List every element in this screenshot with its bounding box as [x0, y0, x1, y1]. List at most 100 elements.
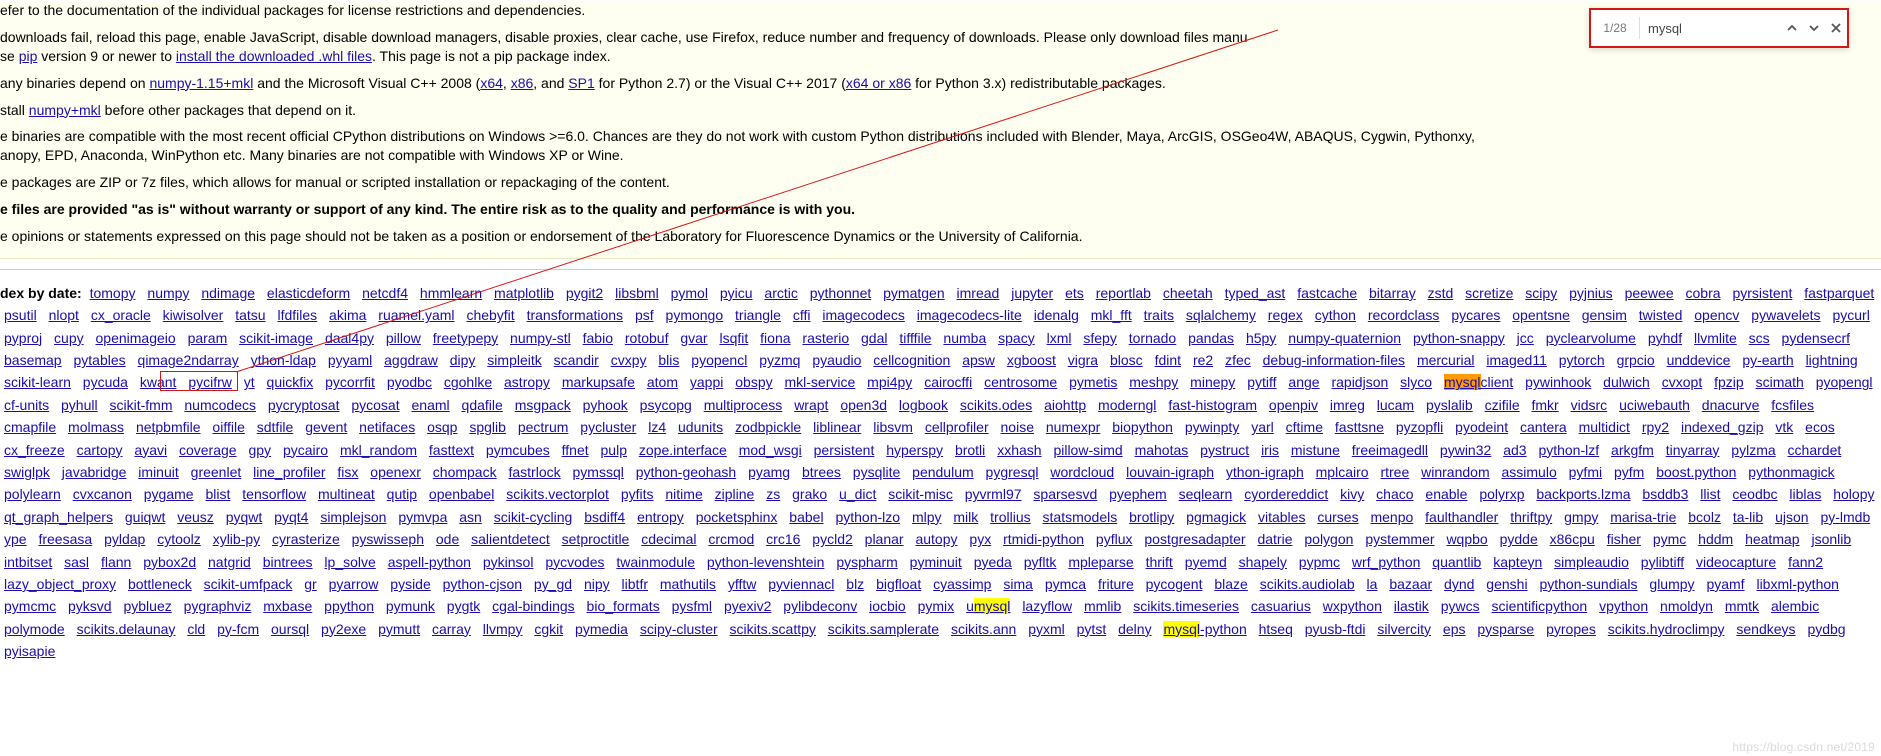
package-link[interactable]: veusz — [177, 509, 214, 525]
package-link[interactable]: pyzmq — [759, 352, 800, 368]
package-link[interactable]: hyperspy — [886, 442, 943, 458]
package-link[interactable]: ython-ldap — [251, 352, 316, 368]
package-link[interactable]: elasticdeform — [267, 285, 350, 301]
package-link[interactable]: pypmc — [1299, 554, 1340, 570]
package-link[interactable]: vtk — [1775, 419, 1793, 435]
package-link[interactable]: gevent — [305, 419, 347, 435]
package-link[interactable]: netpbmfile — [136, 419, 201, 435]
package-link[interactable]: pytst — [1077, 621, 1107, 637]
package-link[interactable]: jcc — [1517, 330, 1534, 346]
package-link[interactable]: tensorflow — [242, 486, 306, 502]
package-link[interactable]: genshi — [1486, 576, 1527, 592]
package-link[interactable]: pyspharm — [836, 554, 897, 570]
package-link[interactable]: planar — [865, 531, 904, 547]
package-link[interactable]: meshpy — [1129, 374, 1178, 390]
package-link[interactable]: intbitset — [4, 554, 52, 570]
package-link[interactable]: yfftw — [728, 576, 757, 592]
package-link[interactable]: qt_graph_helpers — [4, 509, 113, 525]
package-link[interactable]: pyyaml — [328, 352, 372, 368]
package-link[interactable]: fasttext — [429, 442, 474, 458]
package-link[interactable]: ffnet — [562, 442, 589, 458]
package-link[interactable]: python-geohash — [636, 464, 736, 480]
package-link[interactable]: pectrum — [518, 419, 569, 435]
package-link[interactable]: netifaces — [359, 419, 415, 435]
package-link[interactable]: crc16 — [766, 531, 800, 547]
package-link[interactable]: lucam — [1377, 397, 1414, 413]
package-link[interactable]: nlopt — [49, 307, 79, 323]
package-link[interactable]: mkl-service — [785, 374, 856, 390]
package-link[interactable]: scikit-umfpack — [204, 576, 293, 592]
package-link[interactable]: sqlalchemy — [1186, 307, 1256, 323]
package-link[interactable]: logbook — [899, 397, 948, 413]
package-link[interactable]: coverage — [179, 442, 237, 458]
package-link[interactable]: carray — [432, 621, 471, 637]
package-link[interactable]: shapely — [1239, 554, 1287, 570]
package-link[interactable]: cobra — [1686, 285, 1721, 301]
package-link[interactable]: mkl_fft — [1091, 307, 1132, 323]
package-link[interactable]: scikits.delaunay — [77, 621, 176, 637]
package-link[interactable]: scikit-image — [239, 330, 313, 346]
package-link[interactable]: assimulo — [1502, 464, 1557, 480]
package-link[interactable]: kapteyn — [1493, 554, 1542, 570]
package-link[interactable]: gr — [304, 576, 316, 592]
package-link[interactable]: ayavi — [134, 442, 167, 458]
package-link[interactable]: holopy — [1833, 486, 1874, 502]
package-link[interactable]: pystemmer — [1365, 531, 1434, 547]
package-link[interactable]: silvercity — [1377, 621, 1431, 637]
package-link[interactable]: libxml-python — [1756, 576, 1838, 592]
package-link[interactable]: multidict — [1579, 419, 1630, 435]
package-link[interactable]: lp_solve — [324, 554, 375, 570]
package-link[interactable]: bsdiff4 — [584, 509, 625, 525]
package-link[interactable]: cgkit — [534, 621, 563, 637]
package-link[interactable]: simpleaudio — [1554, 554, 1629, 570]
package-link[interactable]: cchardet — [1788, 442, 1842, 458]
vc2008-x64-link[interactable]: x64 — [480, 75, 503, 91]
package-link[interactable]: opentsne — [1512, 307, 1570, 323]
package-link[interactable]: pyclearvolume — [1546, 330, 1636, 346]
package-link[interactable]: bottleneck — [128, 576, 192, 592]
package-link[interactable]: pillow — [386, 330, 421, 346]
package-link[interactable]: pyephem — [1109, 486, 1167, 502]
package-link[interactable]: ype — [4, 531, 27, 547]
package-link[interactable]: pymatgen — [883, 285, 944, 301]
package-link[interactable]: mistune — [1291, 442, 1340, 458]
package-link[interactable]: imread — [957, 285, 1000, 301]
package-link[interactable]: pywin32 — [1440, 442, 1491, 458]
package-link[interactable]: mlpy — [912, 509, 942, 525]
package-link[interactable]: vidsrc — [1571, 397, 1608, 413]
package-link[interactable]: pycld2 — [812, 531, 852, 547]
package-link[interactable]: imreg — [1330, 397, 1365, 413]
package-link[interactable]: pyropes — [1546, 621, 1596, 637]
package-link[interactable]: freetypepy — [433, 330, 498, 346]
package-link[interactable]: curses — [1317, 509, 1358, 525]
package-link[interactable]: pytables — [73, 352, 125, 368]
package-link[interactable]: pysfml — [672, 598, 712, 614]
package-link[interactable]: zipline — [715, 486, 755, 502]
package-link[interactable]: scikits.audiolab — [1260, 576, 1355, 592]
package-link[interactable]: wqpbo — [1446, 531, 1487, 547]
package-link[interactable]: imagecodecs-lite — [917, 307, 1022, 323]
package-link[interactable]: xylib-py — [213, 531, 260, 547]
package-link[interactable]: htseq — [1259, 621, 1293, 637]
package-link[interactable]: pylzma — [1731, 442, 1775, 458]
package-link[interactable]: fisx — [337, 464, 358, 480]
package-link[interactable]: pyhdf — [1648, 330, 1682, 346]
package-link[interactable]: scikit-learn — [4, 374, 71, 390]
package-link[interactable]: libsvm — [873, 419, 913, 435]
package-link[interactable]: fiona — [760, 330, 790, 346]
package-link[interactable]: python-lzf — [1538, 442, 1599, 458]
package-link[interactable]: pyswisseph — [352, 531, 424, 547]
package-link[interactable]: pyarrow — [329, 576, 379, 592]
find-query-input[interactable]: mysql — [1640, 21, 1781, 36]
package-link[interactable]: pgmagick — [1186, 509, 1246, 525]
package-link[interactable]: kiwisolver — [163, 307, 224, 323]
package-link[interactable]: gensim — [1582, 307, 1627, 323]
package-link[interactable]: astropy — [504, 374, 550, 390]
package-link[interactable]: mercurial — [1417, 352, 1475, 368]
package-link[interactable]: ruamel.yaml — [378, 307, 454, 323]
package-link[interactable]: numpy-stl — [510, 330, 571, 346]
package-link[interactable]: pydensecrf — [1782, 330, 1850, 346]
package-link[interactable]: zs — [766, 486, 780, 502]
package-link[interactable]: pyfm — [1614, 464, 1644, 480]
package-link[interactable]: llvmlite — [1694, 330, 1737, 346]
